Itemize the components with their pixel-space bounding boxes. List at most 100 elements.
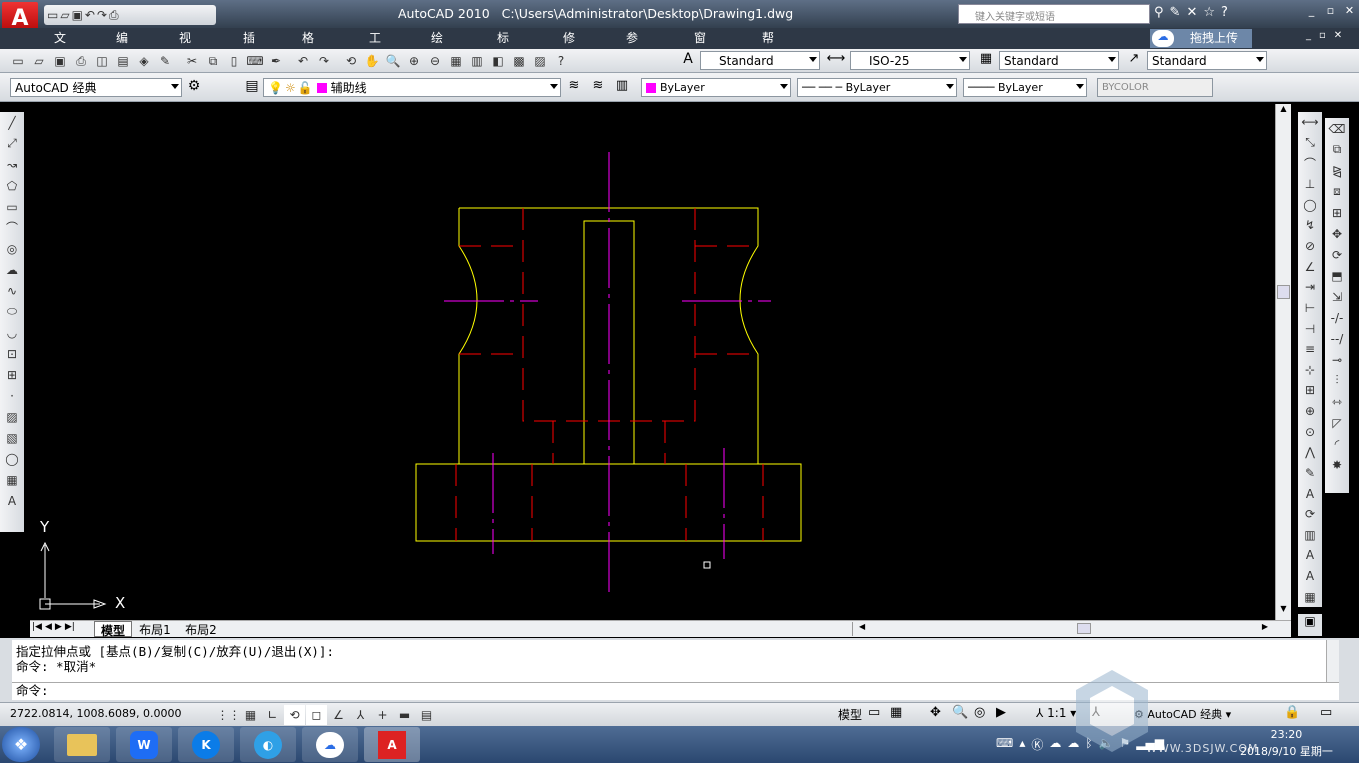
- offset-icon[interactable]: ⧈: [1326, 181, 1348, 202]
- pan-icon[interactable]: ✥: [930, 705, 941, 720]
- menu-item-11[interactable]: 帮助(H): [762, 28, 780, 87]
- dim-center-mark-icon[interactable]: ⊕: [1299, 401, 1321, 422]
- dim-break-icon[interactable]: ⊹: [1299, 360, 1321, 381]
- dim-jogged-linear-icon[interactable]: ⋀: [1299, 442, 1321, 463]
- taskbar-kugou[interactable]: K: [178, 727, 234, 762]
- dim-edit-dim-text-icon[interactable]: A: [1299, 483, 1321, 504]
- tab-model[interactable]: 模型: [94, 621, 132, 638]
- menu-item-3[interactable]: 插入(I): [243, 28, 256, 87]
- taskbar-browser[interactable]: ◐: [240, 727, 296, 762]
- undo-icon[interactable]: ↶: [293, 51, 313, 71]
- mleader-style-select[interactable]: Standard: [1147, 51, 1267, 70]
- layer-manager-icon[interactable]: ▤: [242, 78, 262, 98]
- osnap-toggle[interactable]: ◻: [306, 705, 327, 725]
- menu-item-5[interactable]: 工具(T): [369, 28, 386, 87]
- scroll-down-arrow[interactable]: ▼: [1276, 604, 1291, 620]
- break-at-point-icon[interactable]: ⊸: [1326, 349, 1348, 370]
- start-button[interactable]: ❖: [2, 727, 40, 762]
- menu-item-7[interactable]: 标注(N): [497, 28, 515, 87]
- block-editor-icon[interactable]: ✒: [266, 51, 286, 71]
- table-style-select[interactable]: Standard: [999, 51, 1119, 70]
- annotation-scale[interactable]: ⅄ 1:1 ▾: [1036, 706, 1076, 720]
- command-scrollbar[interactable]: [1326, 640, 1339, 682]
- dim-angular-icon[interactable]: ∠: [1299, 256, 1321, 277]
- doc-close-button[interactable]: ✕: [1334, 30, 1342, 41]
- steering-wheel-icon[interactable]: ◎: [974, 705, 985, 720]
- dim-radius-icon[interactable]: ◯: [1299, 195, 1321, 216]
- ducs-toggle[interactable]: ⅄: [350, 705, 371, 725]
- menu-item-0[interactable]: 文件(F): [54, 28, 70, 87]
- dim-quick-dim-icon[interactable]: ⇥: [1299, 277, 1321, 298]
- mirror-icon[interactable]: ⧎: [1326, 160, 1348, 181]
- break-icon[interactable]: ⫶: [1326, 370, 1348, 391]
- toolbar-toggle-icon[interactable]: ▣: [1298, 614, 1322, 636]
- quick-view-icon[interactable]: ▦: [890, 705, 902, 720]
- infocenter-search[interactable]: 键入关键字或短语: [958, 4, 1150, 24]
- zoom-icon[interactable]: 🔍: [952, 705, 968, 720]
- polar-toggle[interactable]: ⟲: [284, 705, 305, 725]
- layout-tabs-icon[interactable]: ▭: [868, 705, 880, 720]
- color-select[interactable]: ByLayer: [641, 78, 791, 97]
- menu-item-9[interactable]: 参数(P): [626, 28, 643, 87]
- dim-edit-dim-icon[interactable]: ✎: [1299, 463, 1321, 484]
- dim-inspect-icon[interactable]: ⊙: [1299, 421, 1321, 442]
- make-current-layer-icon[interactable]: ≋: [564, 78, 584, 98]
- circle-icon[interactable]: ◎: [1, 238, 23, 259]
- zoom-realtime-icon[interactable]: 🔍: [383, 51, 403, 71]
- ellipse-arc-icon[interactable]: ◡: [1, 322, 23, 343]
- communication-icon[interactable]: ✎: [1170, 5, 1181, 20]
- model-space-button[interactable]: 模型: [838, 706, 862, 723]
- tab-first-arrow[interactable]: |◀: [32, 622, 42, 632]
- extend-icon[interactable]: --/: [1326, 328, 1348, 349]
- kugou-tray-icon[interactable]: Ⓚ: [1031, 736, 1043, 753]
- polygon-icon[interactable]: ⬠: [1, 175, 23, 196]
- mleader-style-icon[interactable]: ↗: [1124, 51, 1144, 71]
- quick-properties-toggle[interactable]: ▤: [416, 705, 437, 725]
- taskbar-explorer[interactable]: [54, 727, 110, 762]
- otrack-toggle[interactable]: ∠: [328, 705, 349, 725]
- ellipse-icon[interactable]: ⬭: [1, 301, 23, 322]
- match-properties-icon[interactable]: ⌨: [245, 51, 265, 71]
- cloud-tray-icon[interactable]: ☁: [1049, 736, 1061, 753]
- scroll-thumb[interactable]: [1277, 285, 1290, 299]
- menu-item-8[interactable]: 修改(M): [563, 28, 583, 87]
- join-icon[interactable]: ⇿: [1326, 391, 1348, 412]
- spline-icon[interactable]: ∿: [1, 280, 23, 301]
- drawing-canvas[interactable]: Y X: [30, 104, 1275, 620]
- dim-dim-style-icon[interactable]: ▥: [1299, 525, 1321, 546]
- region-icon[interactable]: ◯: [1, 448, 23, 469]
- dim-tolerance-icon[interactable]: ⊞: [1299, 380, 1321, 401]
- chamfer-icon[interactable]: ◸: [1326, 412, 1348, 433]
- table-style-icon[interactable]: ▦: [976, 51, 996, 71]
- point-icon[interactable]: ·: [1, 385, 23, 406]
- 3d-dwf-icon[interactable]: ◈: [134, 51, 154, 71]
- publish-icon[interactable]: ▤: [113, 51, 133, 71]
- make-block-icon[interactable]: ⊞: [1, 364, 23, 385]
- dim-arc-length-icon[interactable]: ⌒: [1299, 153, 1321, 174]
- open-icon[interactable]: ▱: [29, 51, 49, 71]
- redo-icon[interactable]: ↷: [314, 51, 334, 71]
- rotate-icon[interactable]: ⟳: [1326, 244, 1348, 265]
- dim-baseline-icon[interactable]: ⊢: [1299, 298, 1321, 319]
- revision-cloud-icon[interactable]: ☁: [1, 259, 23, 280]
- doc-minimize-button[interactable]: _: [1306, 30, 1311, 41]
- dim-space-icon[interactable]: ≡: [1299, 339, 1321, 360]
- plot-icon[interactable]: ⎙: [71, 51, 91, 71]
- sheet-set-icon[interactable]: ✎: [155, 51, 175, 71]
- multiline-text-icon[interactable]: A: [1, 490, 23, 511]
- lineweight-toggle[interactable]: ▬: [394, 705, 415, 725]
- trim-icon[interactable]: -/-: [1326, 307, 1348, 328]
- new-icon[interactable]: ▭: [8, 51, 28, 71]
- coordinates-display[interactable]: 2722.0814, 1008.6089, 0.0000: [10, 707, 181, 720]
- tool-palettes-icon[interactable]: ◧: [488, 51, 508, 71]
- fillet-icon[interactable]: ◜: [1326, 433, 1348, 454]
- ortho-toggle[interactable]: ∟: [262, 705, 283, 725]
- clean-screen-icon[interactable]: ▭: [1320, 705, 1332, 720]
- tab-layout1[interactable]: 布局1: [134, 621, 176, 637]
- print-icon[interactable]: ⎙: [109, 8, 119, 23]
- tab-prev-arrow[interactable]: ◀: [45, 622, 52, 632]
- undo-icon[interactable]: ↶: [85, 8, 95, 22]
- redo-icon[interactable]: ↷: [97, 8, 107, 22]
- copy-icon[interactable]: ⧉: [1326, 139, 1348, 160]
- layer-states-icon[interactable]: ▥: [612, 78, 632, 98]
